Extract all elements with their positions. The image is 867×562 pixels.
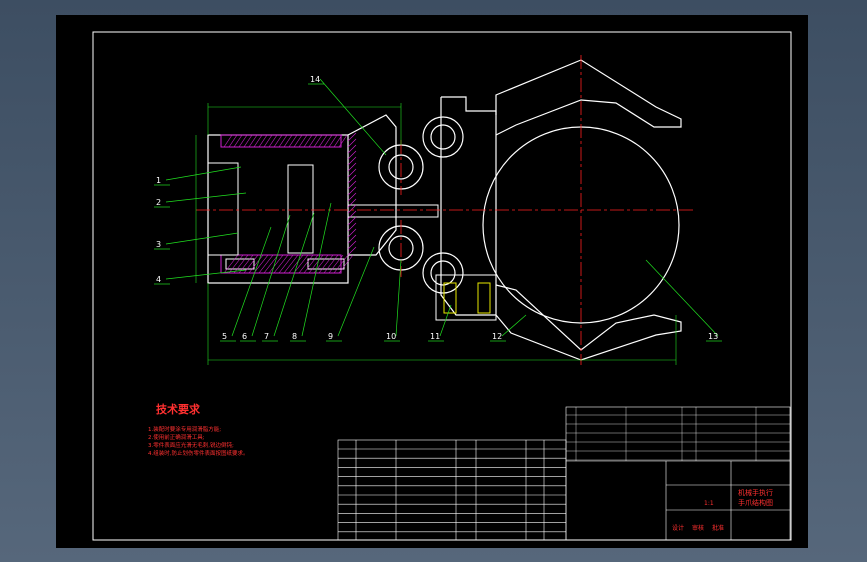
leader-line [165,166,242,181]
cylinder-housing [207,114,439,284]
part-number-5: 5 [222,332,227,341]
part-number-3: 3 [156,240,161,249]
hatch-line [273,134,283,148]
hatch-line [283,134,293,148]
scale-value: 1:1 [704,500,714,507]
leader-line [165,232,239,245]
pin-block [435,274,497,321]
piston [287,164,314,254]
hatch-line [248,134,258,148]
roller-upper-2 [422,116,464,158]
leader-line [645,259,719,337]
assembly-drawing: 12345 6 7 8 9 10 11 12 1314 技术要求 1.装配时要涂专用润滑脂方能;… [92,31,792,541]
hatch-line [328,134,338,148]
hatch-line [243,134,253,148]
title-block-frame [565,406,791,541]
title-block-rows [566,407,790,461]
part-number-6: 6 [242,332,247,341]
part-number-14: 14 [310,75,320,84]
hatch-line [323,134,333,148]
hatch-line [253,134,263,148]
hatch-line [223,134,233,148]
part-number-13: 13 [708,332,718,341]
drawing-title-line2: 手爪结构图 [738,498,773,507]
part-number-1: 1 [156,176,161,185]
pin-2 [477,282,491,314]
title-block [565,406,791,541]
role-review: 审核 [692,524,704,532]
roller-upper-2-inner [430,124,456,150]
hatch-line [308,134,318,148]
gripper-body [440,96,497,316]
role-approve: 批准 [712,524,724,532]
part-number-4: 4 [156,275,161,284]
part-number-12: 12 [492,332,502,341]
hatch-line [288,134,298,148]
part-number-2: 2 [156,198,161,207]
leader-line [501,314,527,337]
hatch-line [268,134,278,148]
leader-line [165,269,247,280]
leader-line [337,246,375,337]
hatch-line [303,134,313,148]
leader-line [273,212,315,337]
cad-viewport[interactable]: 1 2 3 4 5 6 7 8 9 10 11 12 13 14 技术要求 1.装配时要涂专用润滑脂方能;… [56,15,808,548]
hatch-line [228,134,238,148]
hatch-line [238,134,248,148]
hatch-line [338,134,348,148]
part-number-7: 7 [264,332,269,341]
role-design: 设计 [672,524,684,532]
leader-line [165,192,247,203]
hatch-line [313,134,323,148]
housing-outer [207,134,349,284]
hatch-line [258,134,268,148]
hatch-line [318,134,328,148]
hatch-line [278,134,288,148]
leader-line [395,259,402,337]
tech-note-4: 4.组装时,防止划伤零件表面按图纸要求。 [148,449,249,457]
left-endcap [207,162,239,256]
roller-lower-2-inner [430,260,456,286]
tech-note-3: 3.零件表面应光滑无毛刺,锐边倒钝; [148,441,234,449]
parts-list-frame [337,439,567,541]
dimensions [195,103,677,365]
hatch-line [293,134,303,148]
part-number-11: 11 [430,332,440,341]
tech-note-2: 2.使用前正确润滑工具; [148,433,205,441]
sheet-border [92,31,792,541]
drawing-title-line1: 机械手执行 [738,488,773,497]
part-number-10: 10 [386,332,396,341]
bolt-left [225,258,255,270]
leader-line [319,78,387,156]
roller-lower-2 [422,252,464,294]
part-number-8: 8 [292,332,297,341]
upper-jaw [495,59,682,136]
hatch-line [298,134,308,148]
hatch-lines [223,132,357,274]
hatch-line [233,134,243,148]
hatch-line [263,134,273,148]
parts-list [337,439,567,541]
tech-requirements-title: 技术要求 [156,402,201,416]
tech-note-1: 1.装配时要涂专用润滑脂方能; [148,425,221,433]
rod [347,204,439,218]
part-number-9: 9 [328,332,333,341]
leader-line [251,214,291,337]
